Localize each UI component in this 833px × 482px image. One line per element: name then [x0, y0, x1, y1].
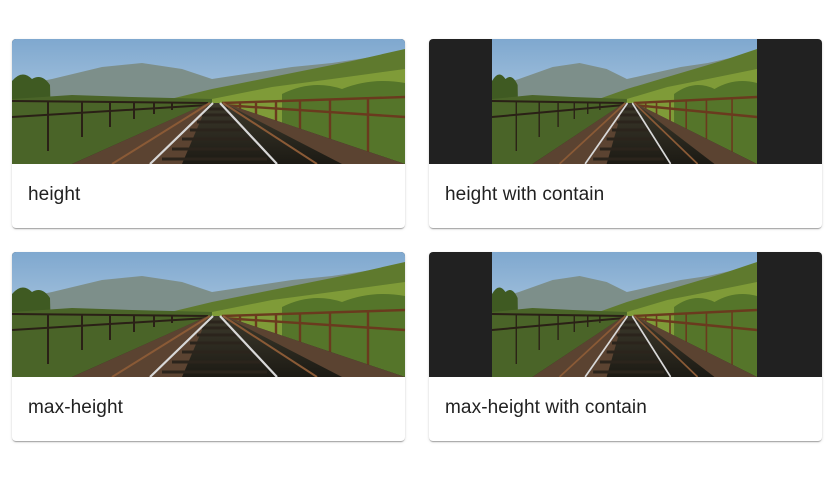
railway-bridge-image: [492, 39, 757, 164]
card-title: height: [28, 184, 81, 205]
card-media: [429, 252, 822, 377]
card-title: max-height: [28, 397, 123, 418]
card-media: [429, 39, 822, 164]
card-media: [12, 39, 405, 164]
railway-bridge-image: [492, 252, 757, 377]
card-height-with-contain: height with contain: [429, 39, 822, 228]
railway-bridge-image: [12, 39, 405, 164]
card-height: height: [12, 39, 405, 228]
card-media: [12, 252, 405, 377]
card-title: height with contain: [445, 184, 605, 205]
card-title: max-height with contain: [445, 397, 647, 418]
card-max-height: max-height: [12, 252, 405, 441]
railway-bridge-image: [12, 252, 405, 377]
card-max-height-with-contain: max-height with contain: [429, 252, 822, 441]
card-grid: height height with contain max-height ma…: [0, 0, 833, 482]
